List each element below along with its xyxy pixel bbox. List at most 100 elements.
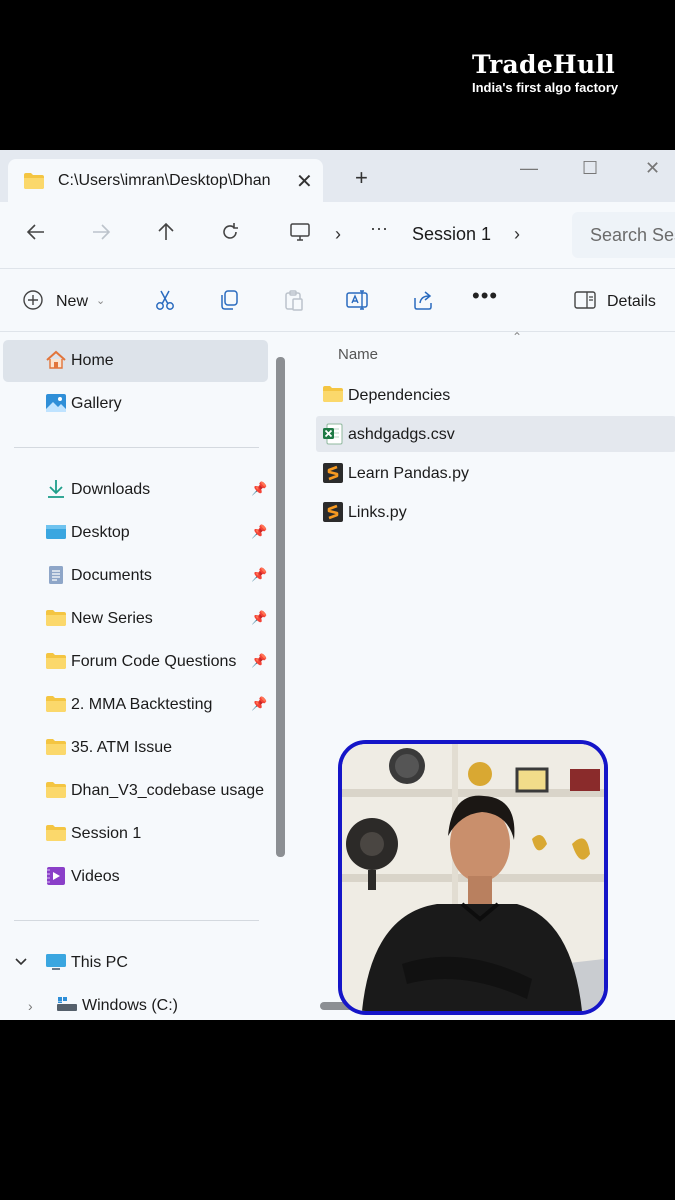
cut-icon[interactable]	[154, 289, 176, 317]
sidebar-item-documents[interactable]: Documents 📌	[3, 555, 268, 597]
file-row-ashdgadgs-csv[interactable]: ashdgadgs.csv	[316, 416, 675, 452]
this-pc-icon[interactable]	[289, 222, 311, 248]
sidebar-item-label: Forum Code Questions	[71, 653, 237, 670]
home-icon	[45, 350, 67, 370]
sidebar-item-atm-issue[interactable]: 35. ATM Issue	[3, 727, 268, 769]
file-row-dependencies[interactable]: Dependencies	[316, 377, 675, 413]
sidebar-item-label: Desktop	[71, 524, 130, 541]
details-button[interactable]: Details	[607, 293, 656, 311]
folder-icon	[45, 780, 67, 800]
sidebar-item-label: Dhan_V3_codebase usage	[71, 782, 265, 799]
sidebar-item-session-1[interactable]: Session 1	[3, 813, 268, 855]
folder-icon	[45, 823, 67, 843]
file-name: Learn Pandas.py	[348, 465, 469, 482]
folder-icon	[45, 608, 67, 628]
pin-icon[interactable]: 📌	[251, 610, 267, 626]
sublime-file-icon	[322, 462, 344, 484]
paste-icon[interactable]	[283, 289, 305, 317]
sidebar-item-label: Documents	[71, 567, 152, 584]
title-bar: C:\Users\imran\Desktop\Dhan ✕ + — ☐ ✕	[0, 150, 675, 202]
pin-icon[interactable]: 📌	[251, 481, 267, 497]
close-tab-icon[interactable]: ✕	[296, 169, 313, 194]
sidebar-item-forum-code-questions[interactable]: Forum Code Questions 📌	[3, 641, 268, 683]
sidebar-item-label: Gallery	[71, 395, 122, 412]
breadcrumb-current[interactable]: Session 1	[412, 224, 491, 245]
sidebar-item-dhan-v3-codebase-usage[interactable]: Dhan_V3_codebase usage	[3, 770, 268, 812]
file-row-links-py[interactable]: Links.py	[316, 494, 675, 530]
downloads-icon	[45, 479, 67, 499]
new-tab-button[interactable]: +	[355, 165, 368, 191]
sidebar-item-this-pc[interactable]: This PC	[3, 942, 268, 984]
sidebar-item-label: Downloads	[71, 481, 151, 498]
new-plus-icon[interactable]	[22, 289, 44, 317]
pin-icon[interactable]: 📌	[251, 696, 267, 712]
sidebar-item-label: Windows (C:)	[82, 997, 179, 1014]
file-name: ashdgadgs.csv	[348, 426, 455, 443]
search-input[interactable]: Search Session 1	[572, 212, 675, 258]
command-bar: New ⌄ ••• Details	[0, 269, 675, 332]
videos-icon	[45, 866, 67, 886]
sidebar-scrollbar[interactable]	[276, 357, 285, 857]
sidebar-item-windows-c[interactable]: Windows (C:)	[14, 985, 279, 1020]
chevron-right-icon[interactable]: ›	[335, 224, 341, 245]
details-pane-icon[interactable]	[574, 291, 596, 315]
sidebar-item-home[interactable]: Home	[3, 340, 268, 382]
file-row-learn-pandas-py[interactable]: Learn Pandas.py	[316, 455, 675, 491]
sidebar-item-label: Videos	[71, 868, 120, 885]
sidebar-item-gallery[interactable]: Gallery	[3, 383, 268, 425]
folder-icon	[45, 651, 67, 671]
tab-current[interactable]: C:\Users\imran\Desktop\Dhan ✕	[8, 159, 323, 202]
chevron-right-icon[interactable]: ›	[514, 224, 520, 245]
folder-icon	[45, 694, 67, 714]
sidebar-item-label: This PC	[71, 954, 128, 971]
sidebar-item-label: 2. MMA Backtesting	[71, 696, 213, 713]
sidebar-item-mma-backtesting[interactable]: 2. MMA Backtesting 📌	[3, 684, 268, 726]
address-bar: › ··· Session 1 › Search Session 1	[0, 202, 675, 269]
rename-icon[interactable]	[346, 289, 370, 317]
breadcrumb-overflow[interactable]: ···	[370, 218, 388, 239]
copy-icon[interactable]	[218, 289, 240, 317]
sidebar-item-downloads[interactable]: Downloads 📌	[3, 469, 268, 511]
webcam-overlay	[338, 740, 608, 1015]
this-pc-icon	[45, 952, 67, 972]
pin-icon[interactable]: 📌	[251, 653, 267, 669]
back-icon[interactable]	[26, 222, 46, 248]
sidebar-item-label: 35. ATM Issue	[71, 739, 173, 756]
folder-icon	[322, 384, 344, 406]
gallery-icon	[45, 393, 67, 413]
new-button[interactable]: New	[56, 293, 88, 311]
navigation-pane: Home Gallery Downloads 📌 Desktop 📌 Docum…	[0, 332, 290, 1020]
column-header-name[interactable]: Name	[338, 346, 378, 363]
pin-icon[interactable]: 📌	[251, 524, 267, 540]
sublime-file-icon	[322, 501, 344, 523]
pin-icon[interactable]: 📌	[251, 567, 267, 583]
sidebar-item-label: Session 1	[71, 825, 142, 842]
folder-icon	[23, 172, 45, 195]
tab-title: C:\Users\imran\Desktop\Dhan	[58, 172, 271, 189]
minimize-icon[interactable]: —	[520, 158, 538, 179]
brand-name: TradeHull	[472, 50, 616, 79]
up-icon[interactable]	[156, 222, 176, 248]
close-window-icon[interactable]: ✕	[645, 158, 660, 179]
more-options-icon[interactable]: •••	[472, 283, 498, 309]
sidebar-item-videos[interactable]: Videos	[3, 856, 268, 898]
sidebar-item-label: Home	[71, 352, 114, 369]
sidebar-item-new-series[interactable]: New Series 📌	[3, 598, 268, 640]
brand-tagline: India's first algo factory	[472, 80, 619, 95]
file-name: Links.py	[348, 504, 407, 521]
divider	[14, 447, 259, 448]
presenter-image	[342, 744, 604, 1011]
search-placeholder: Search Session 1	[590, 225, 675, 245]
sidebar-item-desktop[interactable]: Desktop 📌	[3, 512, 268, 554]
forward-icon[interactable]	[91, 222, 111, 248]
drive-icon	[56, 995, 78, 1015]
desktop-icon	[45, 522, 67, 542]
documents-icon	[45, 565, 67, 585]
excel-csv-icon	[322, 423, 344, 445]
refresh-icon[interactable]	[220, 222, 240, 248]
sort-ascending-icon[interactable]: ⌃	[512, 330, 522, 344]
chevron-down-icon[interactable]: ⌄	[96, 294, 105, 307]
share-icon[interactable]	[412, 289, 434, 317]
file-name: Dependencies	[348, 387, 451, 404]
maximize-icon[interactable]: ☐	[582, 158, 598, 179]
